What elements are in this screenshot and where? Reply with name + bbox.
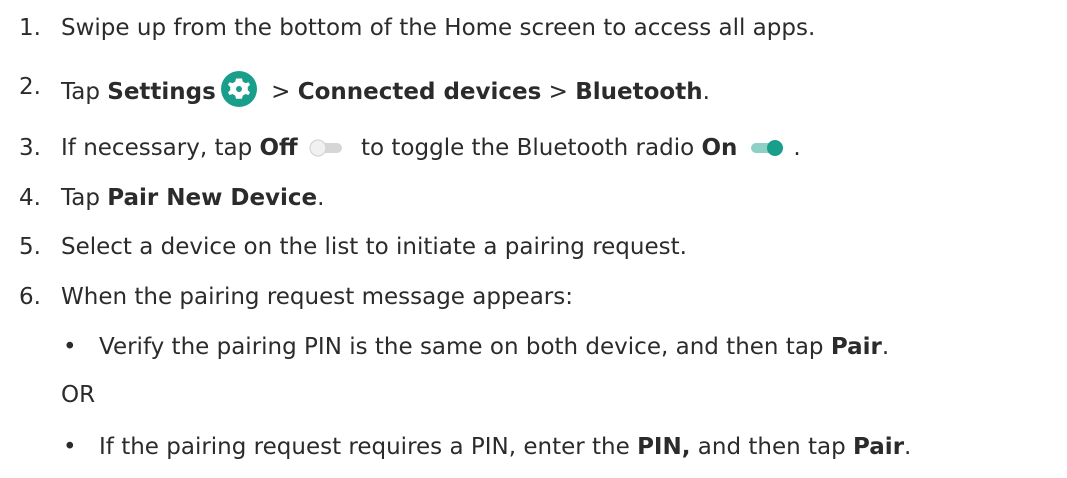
bullet-text: If the pairing request requires a PIN, e… xyxy=(99,434,912,460)
pair-label: Pair xyxy=(853,434,905,460)
step-text: When the pairing request message appears… xyxy=(61,284,573,310)
step-number: 4. xyxy=(19,185,41,211)
step-number: 1. xyxy=(19,15,41,41)
toggle-on-icon xyxy=(751,140,784,156)
toggle-off-icon xyxy=(309,139,342,157)
step-text: If necessary, tap Off to toggle the Blue… xyxy=(61,135,801,161)
bluetooth-label: Bluetooth xyxy=(575,79,703,105)
connected-devices-label: Connected devices xyxy=(297,79,542,105)
pin-label: PIN, xyxy=(637,434,691,460)
step-text: Tap Settings > Connected devices > Bluet… xyxy=(61,70,710,109)
bullet-text: Verify the pairing PIN is the same on bo… xyxy=(99,334,890,360)
bullet-symbol: • xyxy=(63,434,77,460)
bullet-symbol: • xyxy=(63,334,77,360)
pair-new-device-label: Pair New Device xyxy=(107,185,318,211)
on-label: On xyxy=(701,135,738,161)
step-number: 5. xyxy=(19,234,41,260)
or-text: OR xyxy=(61,382,96,408)
step-text: Select a device on the list to initiate … xyxy=(61,234,687,260)
step-number: 3. xyxy=(19,135,41,161)
settings-label: Settings xyxy=(107,79,216,105)
step-number: 6. xyxy=(19,284,41,310)
pair-label: Pair xyxy=(830,334,882,360)
off-label: Off xyxy=(259,135,298,161)
step-text: Tap Pair New Device. xyxy=(61,185,325,211)
step-text: Swipe up from the bottom of the Home scr… xyxy=(61,15,816,41)
step-number: 2. xyxy=(19,74,41,100)
gear-icon xyxy=(220,71,257,107)
instruction-list: 1. Swipe up from the bottom of the Home … xyxy=(0,0,1067,478)
